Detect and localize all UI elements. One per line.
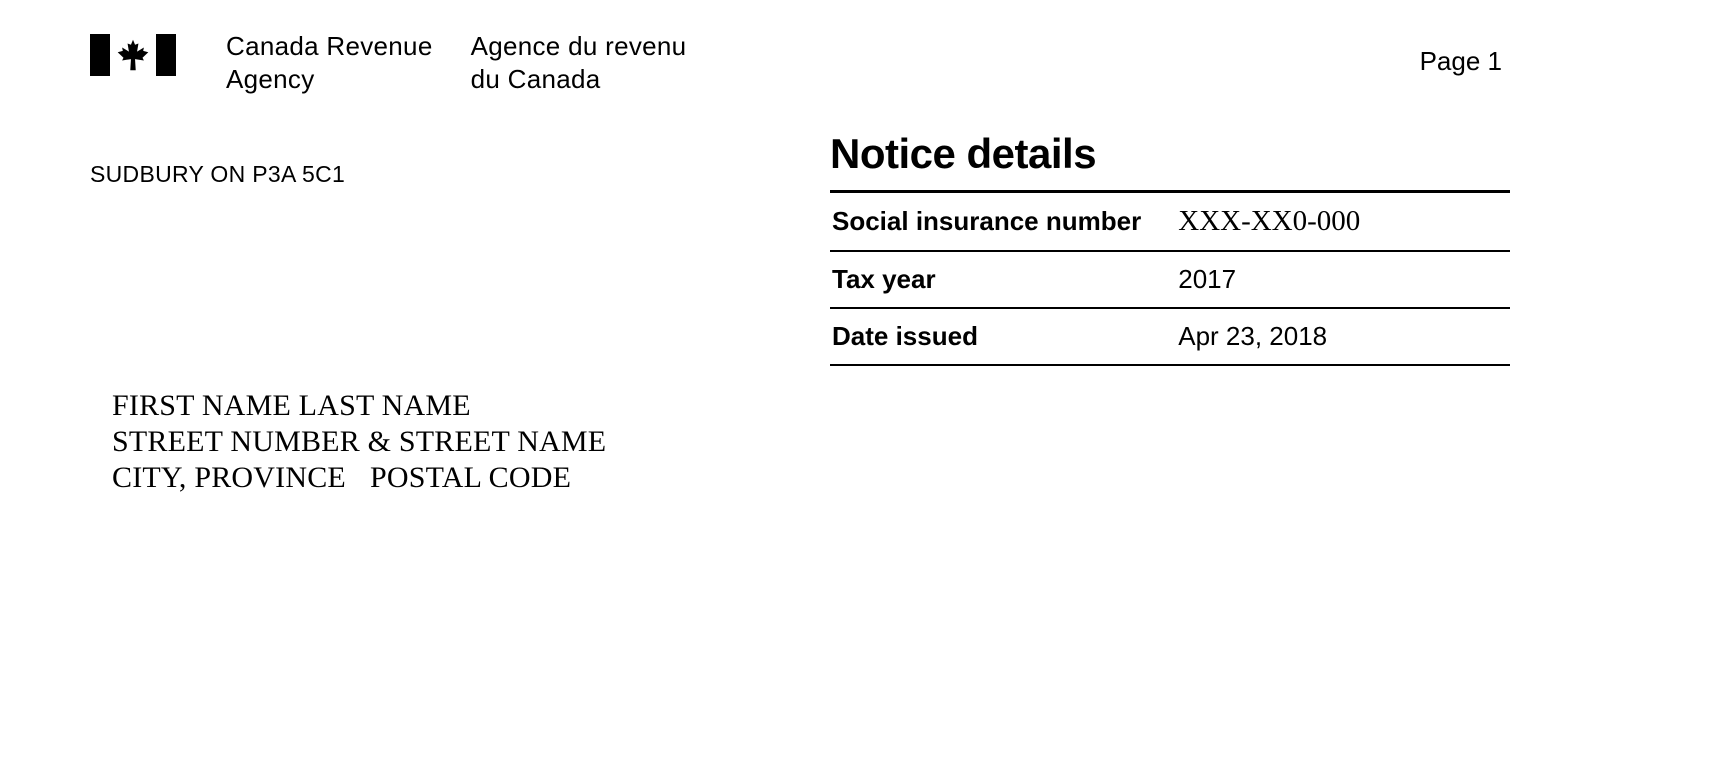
notice-label: Date issued: [832, 321, 1178, 352]
maple-leaf-icon: [114, 34, 152, 76]
notice-title: Notice details: [830, 130, 1510, 178]
agency-identity: Canada Revenue Agency Agence du revenu d…: [90, 30, 686, 95]
notice-label: Tax year: [832, 264, 1178, 295]
notice-row-date-issued: Date issued Apr 23, 2018: [830, 309, 1510, 366]
recipient-city-province: CITY, PROVINCE: [112, 460, 346, 496]
notice-label: Social insurance number: [832, 206, 1178, 237]
notice-value: XXX-XX0-000: [1178, 205, 1508, 238]
recipient-city-line: CITY, PROVINCE POSTAL CODE: [112, 460, 1732, 496]
notice-table: Social insurance number XXX-XX0-000 Tax …: [830, 190, 1510, 366]
flag-bar-left: [90, 34, 110, 76]
notice-value: Apr 23, 2018: [1178, 321, 1508, 352]
notice-row-tax-year: Tax year 2017: [830, 252, 1510, 309]
header-row: Canada Revenue Agency Agence du revenu d…: [0, 0, 1732, 95]
recipient-postal-code: POSTAL CODE: [370, 460, 571, 496]
recipient-name: FIRST NAME LAST NAME: [112, 388, 1732, 424]
flag-bar-right: [156, 34, 176, 76]
notice-row-sin: Social insurance number XXX-XX0-000: [830, 193, 1510, 252]
notice-details: Notice details Social insurance number X…: [830, 130, 1510, 366]
recipient-address-block: FIRST NAME LAST NAME STREET NUMBER & STR…: [0, 388, 1732, 496]
agency-name-en: Canada Revenue Agency: [226, 30, 433, 95]
recipient-street: STREET NUMBER & STREET NAME: [112, 424, 1732, 460]
canada-flag-icon: [90, 34, 176, 76]
agency-name-fr: Agence du revenu du Canada: [471, 30, 687, 95]
agency-names: Canada Revenue Agency Agence du revenu d…: [226, 30, 686, 95]
notice-value: 2017: [1178, 264, 1508, 295]
page-number: Page 1: [1420, 30, 1642, 77]
